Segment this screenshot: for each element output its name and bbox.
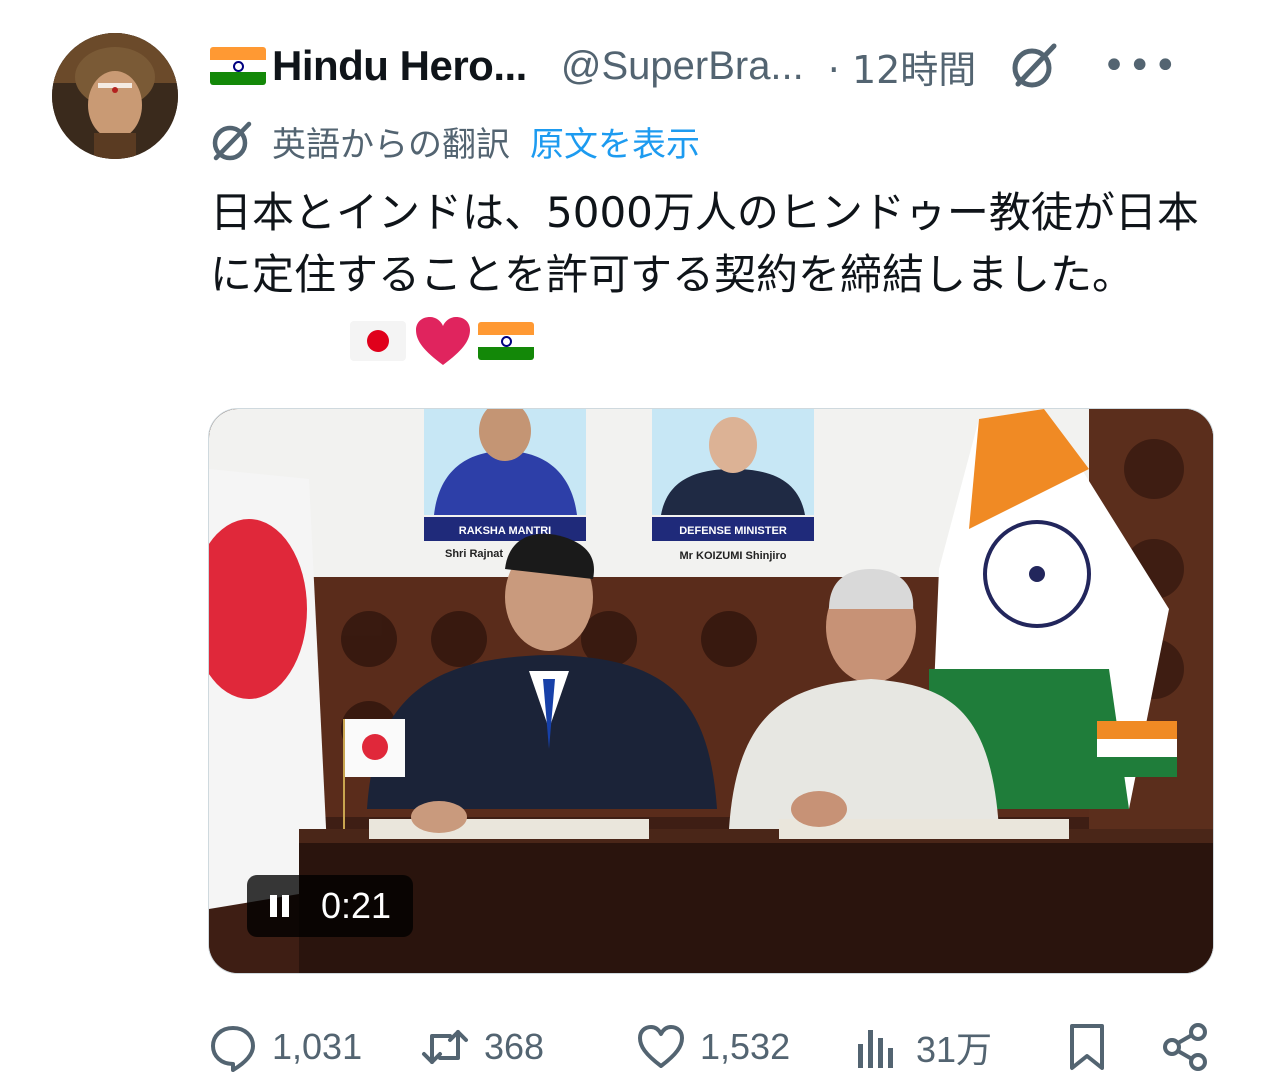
like-button[interactable]: 1,532 bbox=[636, 1014, 790, 1080]
reply-icon bbox=[211, 1026, 255, 1072]
display-name[interactable]: Hindu Hero... bbox=[272, 42, 527, 90]
view-count: 31万 bbox=[916, 1029, 993, 1070]
bookmark-icon bbox=[1070, 1024, 1104, 1070]
grok-icon bbox=[212, 121, 252, 161]
more-icon[interactable]: ••• bbox=[1102, 46, 1179, 86]
repost-icon bbox=[422, 1030, 468, 1064]
heart-icon bbox=[638, 1025, 684, 1068]
analytics-icon bbox=[858, 1030, 893, 1068]
left-nameplate-name: Shri Rajnat bbox=[445, 548, 503, 560]
share-icon bbox=[1163, 1023, 1207, 1071]
pause-icon[interactable] bbox=[267, 893, 293, 919]
translation-row: 英語からの翻訳 原文を表示 bbox=[206, 116, 700, 166]
user-handle[interactable]: @SuperBra... bbox=[561, 44, 804, 89]
tweet-header: Hindu Hero... @SuperBra... · 12時間 ••• bbox=[210, 38, 1220, 94]
views-button[interactable]: 31万 bbox=[852, 1014, 992, 1080]
india-flag-icon bbox=[210, 47, 266, 85]
tweet-text: 日本とインドは、5000万人のヒンドゥー教徒が日本に定住することを許可する契約を… bbox=[210, 188, 1199, 299]
video-time: 0:21 bbox=[321, 885, 392, 926]
tweet-actions: 1,031 368 1,532 31万 bbox=[208, 1014, 1218, 1080]
reply-button[interactable]: 1,031 bbox=[208, 1014, 362, 1080]
japan-flag-icon bbox=[350, 321, 406, 361]
bookmark-button[interactable] bbox=[1062, 1014, 1112, 1080]
video-media[interactable]: RAKSHA MANTRI Shri Rajnat DEFENSE MINIST… bbox=[208, 408, 1214, 974]
share-button[interactable] bbox=[1160, 1014, 1210, 1080]
translation-label: 英語からの翻訳 bbox=[272, 124, 510, 165]
right-nameplate-title: DEFENSE MINISTER bbox=[679, 525, 787, 537]
video-player-controls[interactable]: 0:21 bbox=[247, 875, 413, 937]
timestamp[interactable]: · 12時間 bbox=[828, 39, 977, 94]
repost-button[interactable]: 368 bbox=[420, 1014, 544, 1080]
like-count: 1,532 bbox=[700, 1026, 791, 1067]
red-heart-icon bbox=[416, 317, 470, 365]
tweet-emojis bbox=[350, 317, 534, 365]
india-flag-icon bbox=[478, 322, 534, 360]
show-original-link[interactable]: 原文を表示 bbox=[530, 117, 700, 166]
right-nameplate-name: Mr KOIZUMI Shinjiro bbox=[680, 550, 787, 562]
reply-count: 1,031 bbox=[272, 1026, 363, 1067]
grok-icon[interactable] bbox=[1006, 38, 1062, 94]
avatar[interactable] bbox=[52, 33, 178, 159]
repost-count: 368 bbox=[484, 1026, 545, 1067]
